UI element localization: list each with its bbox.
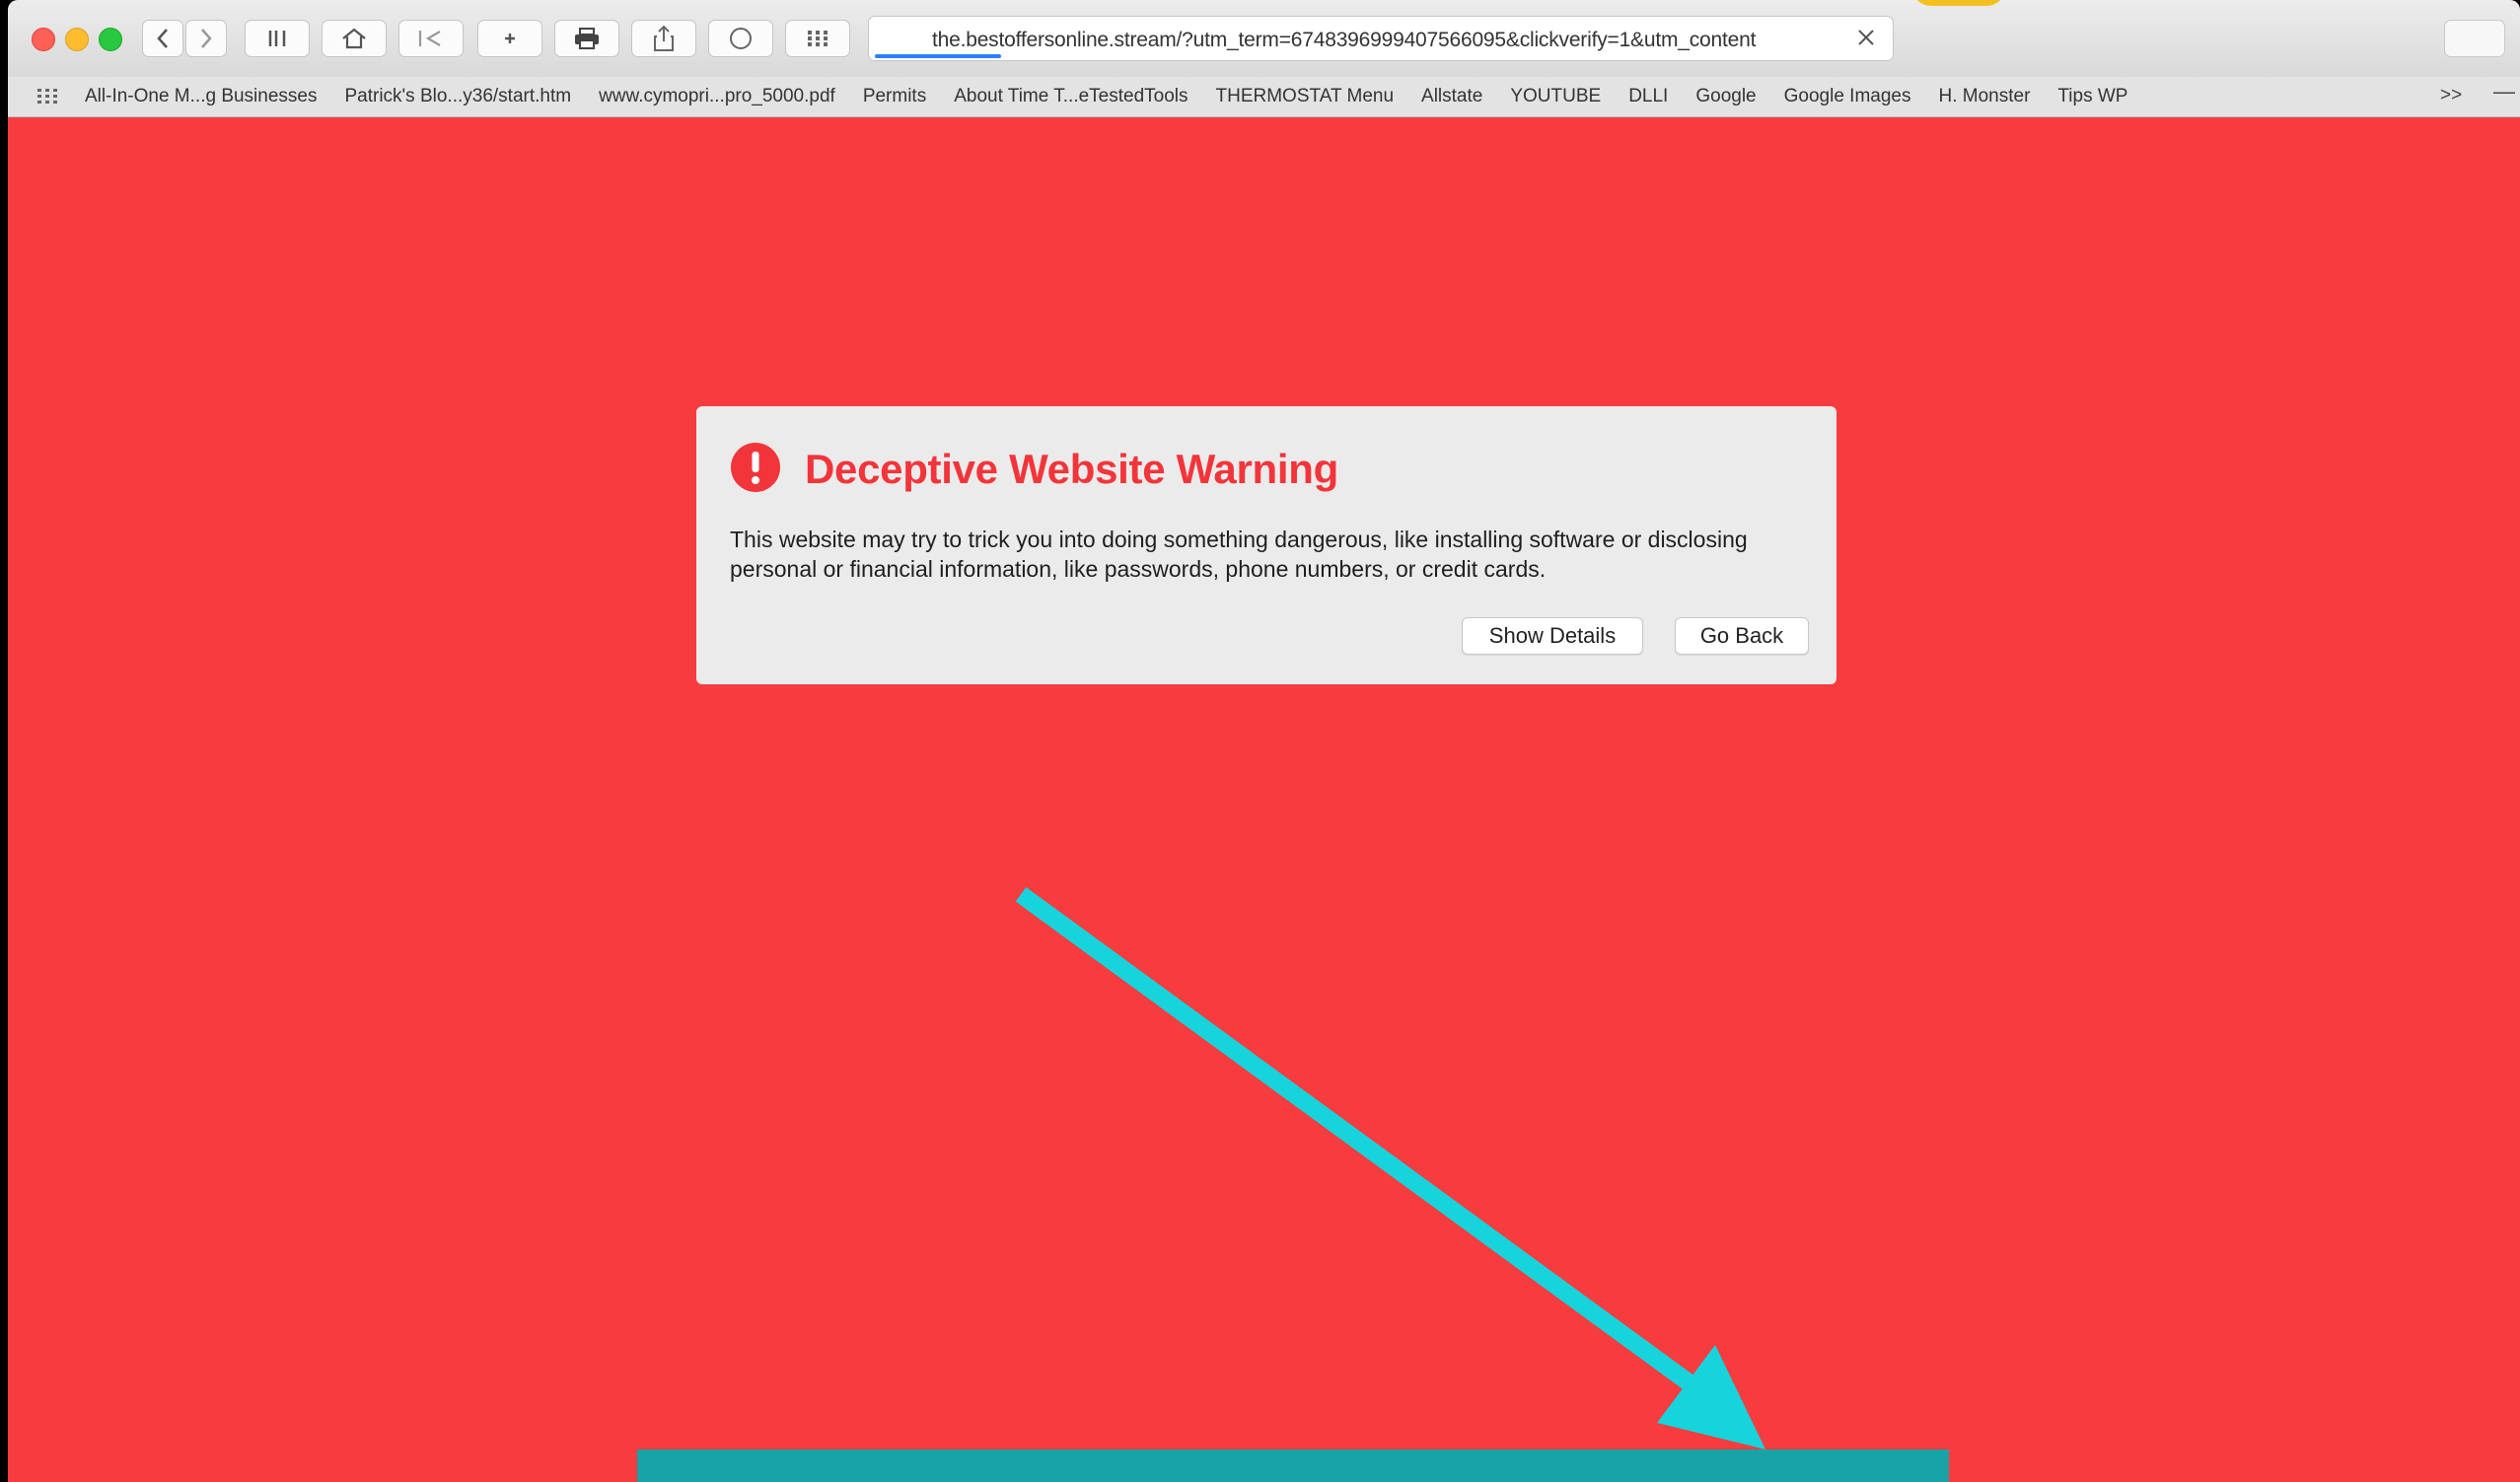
zoom-window-button[interactable] [99,28,122,51]
close-icon[interactable] [1853,25,1879,50]
add-bookmark-icon [505,34,515,43]
page-load-progress [875,54,1001,58]
home-icon [342,28,366,49]
share-icon [654,25,674,51]
grid-icon [808,31,828,46]
bookmark-item[interactable]: Patrick's Blo...y36/start.htm [344,86,571,107]
warning-icon [731,443,780,492]
warning-message: This website may try to trick you into d… [730,527,1748,582]
bookmark-item[interactable]: All-In-One M...g Businesses [85,86,317,107]
browser-toolbar: the.bestoffersonline.stream/?utm_term=67… [8,0,2520,78]
back-icon [157,29,168,48]
bookmark-item[interactable]: DLLI [1628,86,1668,107]
pause-icon [268,31,286,46]
bookmarks-bar: All-In-One M...g Businesses Patrick's Bl… [8,77,2520,117]
forward-button[interactable] [185,20,227,57]
toolbar-right-button[interactable] [2444,20,2505,57]
tab-overview-button[interactable] [785,20,850,57]
extension-badge[interactable] [1911,0,2006,6]
annotation-arrow [1015,886,1765,1449]
reader-icon [730,28,752,49]
bookmark-item[interactable]: YOUTUBE [1510,86,1601,107]
bookmarks-grid-icon[interactable] [36,85,59,108]
bookmarks-list: All-In-One M...g Businesses Patrick's Bl… [85,77,2155,116]
bookmark-item[interactable]: Permits [863,86,926,107]
bookmark-item[interactable]: Tips WP [2057,86,2127,107]
warning-title: Deceptive Website Warning [805,446,1338,492]
address-bar[interactable]: the.bestoffersonline.stream/?utm_term=67… [868,16,1894,61]
close-window-button[interactable] [32,28,55,51]
bookmarks-overflow-button[interactable]: >> [2440,85,2462,106]
browser-window: the.bestoffersonline.stream/?utm_term=67… [8,0,2520,1482]
forward-icon [201,29,212,48]
pause-button[interactable] [245,20,310,57]
go-back-button[interactable]: Go Back [1675,617,1809,655]
history-icon [418,31,441,46]
minimize-window-button[interactable] [65,28,89,51]
bookmark-item[interactable]: www.cymopri...pro_5000.pdf [599,86,835,107]
bookmark-item[interactable]: About Time T...eTestedTools [954,86,1188,107]
show-details-button[interactable]: Show Details [1462,617,1643,655]
home-button[interactable] [322,20,387,57]
bookmark-item[interactable]: Google Images [1784,86,1911,107]
history-button[interactable] [398,20,464,57]
bookmark-item[interactable]: THERMOSTAT Menu [1216,86,1395,107]
share-button[interactable] [631,20,696,57]
reader-button[interactable] [708,20,773,57]
annotation-banner [637,1449,1949,1482]
bookmark-item[interactable]: Allstate [1421,86,1482,107]
address-url[interactable]: the.bestoffersonline.stream/?utm_term=67… [932,29,1820,52]
print-button[interactable] [554,20,619,57]
back-button[interactable] [142,20,183,57]
add-bookmark-button[interactable] [477,20,542,57]
print-icon [575,28,599,49]
bookmarks-overflow-dash: — [2493,79,2515,104]
bookmark-item[interactable]: H. Monster [1938,86,2030,107]
bookmark-item[interactable]: Google [1695,86,1756,107]
deceptive-warning-dialog: Deceptive Website Warning This website m… [696,406,1836,684]
